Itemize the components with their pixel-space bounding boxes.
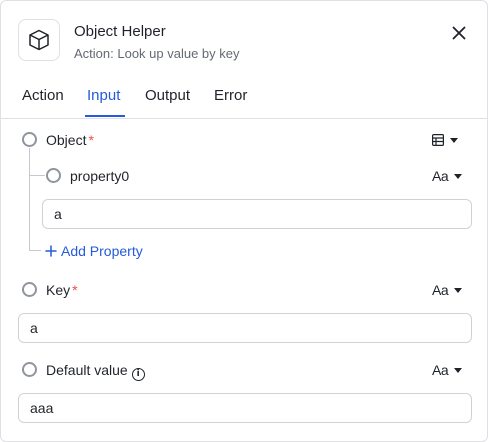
text-type-icon: Aa bbox=[432, 168, 449, 184]
active-tab-indicator bbox=[85, 115, 125, 117]
required-mark: * bbox=[88, 132, 94, 148]
tab-input[interactable]: Input bbox=[87, 87, 120, 104]
info-icon[interactable]: i bbox=[131, 368, 145, 381]
tree-line-branch bbox=[29, 250, 41, 251]
object-helper-panel: Object Helper Action: Look up value by k… bbox=[0, 0, 488, 442]
property0-type-selector[interactable]: Aa bbox=[432, 166, 463, 186]
property0-label: property0 bbox=[70, 168, 130, 184]
tab-bar: Action Input Output Error bbox=[1, 81, 487, 119]
cube-icon bbox=[18, 19, 60, 61]
text-type-icon: Aa bbox=[432, 362, 449, 378]
object-type-selector[interactable] bbox=[432, 130, 458, 150]
key-radio[interactable] bbox=[22, 282, 37, 297]
chevron-down-icon bbox=[454, 287, 463, 293]
object-label-text: Object bbox=[46, 132, 87, 148]
required-mark: * bbox=[72, 282, 78, 298]
default-value-radio[interactable] bbox=[22, 362, 37, 377]
default-value-input[interactable] bbox=[18, 393, 472, 423]
key-input[interactable] bbox=[18, 313, 472, 343]
key-type-selector[interactable]: Aa bbox=[432, 280, 463, 300]
tab-output[interactable]: Output bbox=[145, 87, 190, 104]
tab-action[interactable]: Action bbox=[22, 87, 64, 104]
close-button[interactable] bbox=[449, 23, 469, 43]
panel-subtitle: Action: Look up value by key bbox=[74, 46, 240, 61]
add-property-button[interactable]: Add Property bbox=[45, 241, 143, 261]
property0-input[interactable] bbox=[42, 199, 472, 229]
tree-line-vertical bbox=[29, 148, 30, 250]
default-value-label-text: Default value bbox=[46, 362, 128, 378]
chevron-down-icon bbox=[450, 137, 458, 143]
tab-error[interactable]: Error bbox=[214, 87, 247, 104]
plus-icon bbox=[45, 245, 57, 257]
default-value-label: Default value i bbox=[46, 362, 145, 381]
chevron-down-icon bbox=[454, 173, 463, 179]
object-label: Object * bbox=[46, 132, 94, 148]
key-label-text: Key bbox=[46, 282, 71, 298]
tree-line-branch bbox=[29, 175, 45, 176]
table-icon bbox=[432, 134, 444, 146]
key-label: Key * bbox=[46, 282, 78, 298]
property0-radio[interactable] bbox=[46, 168, 61, 183]
add-property-label: Add Property bbox=[61, 243, 143, 259]
chevron-down-icon bbox=[454, 367, 463, 373]
default-value-type-selector[interactable]: Aa bbox=[432, 360, 463, 380]
close-icon bbox=[452, 26, 466, 40]
text-type-icon: Aa bbox=[432, 282, 449, 298]
object-radio[interactable] bbox=[22, 132, 37, 147]
panel-title: Object Helper bbox=[74, 23, 166, 40]
